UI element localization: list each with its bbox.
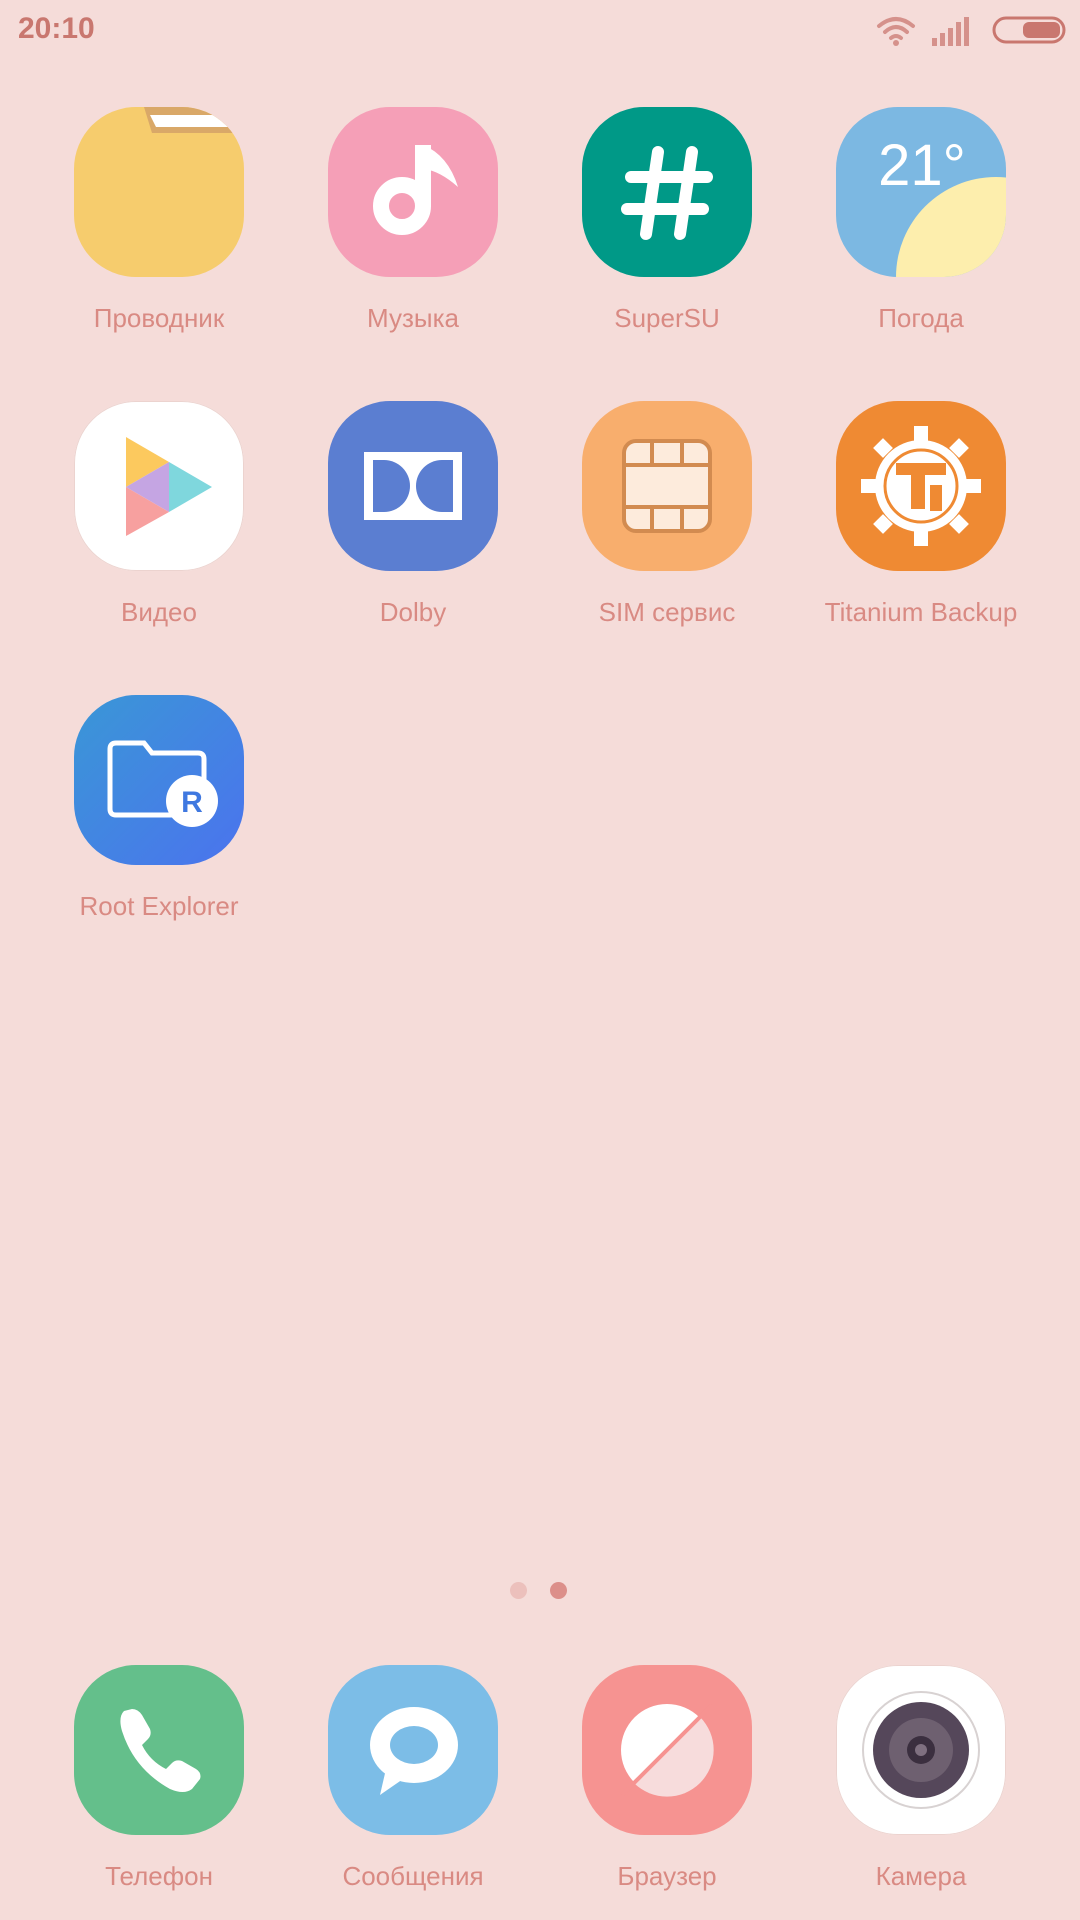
dock-app-phone[interactable]: Телефон	[32, 1665, 286, 1892]
wifi-icon	[877, 17, 915, 46]
folder-icon	[74, 107, 244, 277]
root-folder-icon: R	[74, 695, 244, 865]
signal-icon	[932, 17, 969, 46]
status-icons	[826, 14, 1066, 48]
planet-icon	[582, 1665, 752, 1835]
app-dolby[interactable]: Dolby	[286, 401, 540, 628]
app-supersu[interactable]: SuperSU	[540, 107, 794, 334]
hash-icon	[582, 107, 752, 277]
root-badge-letter: R	[181, 786, 203, 819]
page-dot-1[interactable]	[510, 1582, 527, 1599]
app-label: Браузер	[617, 1861, 717, 1891]
app-label: Музыка	[367, 303, 459, 333]
play-icon	[74, 401, 244, 571]
app-label: Погода	[878, 303, 964, 333]
sim-chip-icon	[582, 401, 752, 571]
app-titanium-backup[interactable]: Titanium Backup	[794, 401, 1048, 628]
app-music[interactable]: Музыка	[286, 107, 540, 334]
weather-temperature: 21°	[878, 133, 966, 198]
app-root-explorer[interactable]: R Root Explorer	[32, 695, 286, 922]
app-label: Dolby	[379, 597, 447, 627]
app-video[interactable]: Видео	[32, 401, 286, 628]
app-label: Телефон	[105, 1861, 213, 1891]
page-dot-2[interactable]	[550, 1582, 567, 1599]
app-files[interactable]: Проводник	[32, 107, 286, 334]
home-screen: 20:10 Проводник Музыка SuperSU 21° Погод…	[0, 0, 1080, 1920]
app-label: SIM сервис	[598, 597, 736, 627]
chat-bubble-icon	[328, 1665, 498, 1835]
phone-icon	[74, 1665, 244, 1835]
app-sim-service[interactable]: SIM сервис	[540, 401, 794, 628]
app-label: Сообщения	[342, 1861, 484, 1891]
weather-sun-icon: 21°	[836, 107, 1006, 277]
titanium-gear-icon	[836, 401, 1006, 571]
app-label: SuperSU	[614, 303, 720, 333]
page-indicator	[510, 1582, 580, 1600]
app-weather[interactable]: 21° Погода	[794, 107, 1048, 334]
dock-app-camera[interactable]: Камера	[794, 1665, 1048, 1892]
dock-app-browser[interactable]: Браузер	[540, 1665, 794, 1892]
app-label: Root Explorer	[79, 891, 239, 921]
app-label: Видео	[121, 597, 197, 627]
app-label: Titanium Backup	[824, 597, 1018, 627]
status-time: 20:10	[18, 12, 95, 45]
app-label: Проводник	[93, 303, 225, 333]
music-note-icon	[328, 107, 498, 277]
dock-app-messages[interactable]: Сообщения	[286, 1665, 540, 1892]
camera-lens-icon	[836, 1665, 1006, 1835]
dolby-icon	[328, 401, 498, 571]
battery-icon	[992, 16, 1066, 44]
app-label: Камера	[875, 1861, 967, 1891]
